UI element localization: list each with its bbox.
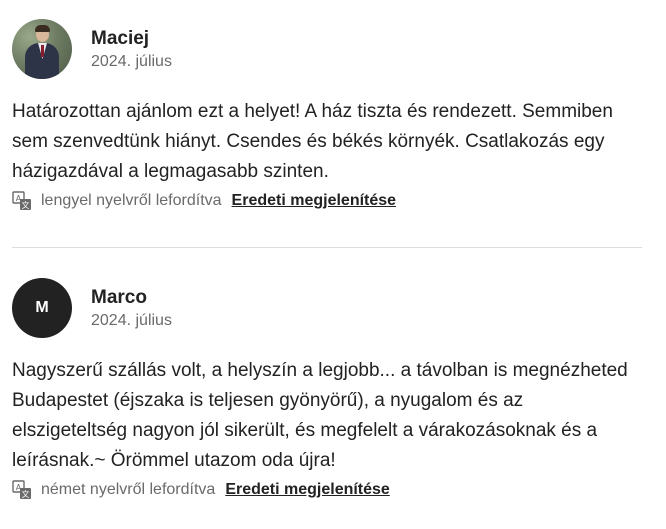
review-header: M Marco 2024. július xyxy=(12,277,642,339)
translate-icon: A 文 xyxy=(12,191,31,210)
reviewer-meta: Maciej 2024. július xyxy=(91,27,172,72)
translation-info: A 文 német nyelvről lefordítva Eredeti me… xyxy=(12,479,642,501)
translate-icon: A 文 xyxy=(12,480,31,499)
avatar[interactable]: M xyxy=(12,278,72,338)
translated-from-label: lengyel nyelvről lefordítva xyxy=(41,192,222,209)
translated-from-label: német nyelvről lefordítva xyxy=(41,481,216,498)
review-date: 2024. július xyxy=(91,311,172,329)
svg-text:文: 文 xyxy=(22,200,30,210)
reviewer-name[interactable]: Marco xyxy=(91,286,172,310)
translation-info: A 文 lengyel nyelvről lefordítva Eredeti … xyxy=(12,190,642,212)
avatar[interactable] xyxy=(12,19,72,79)
review-date: 2024. július xyxy=(91,52,172,70)
review-text: Határozottan ajánlom ezt a helyet! A ház… xyxy=(12,101,613,182)
review-item: Maciej 2024. július Határozottan ajánlom… xyxy=(12,18,642,212)
reviewer-meta: Marco 2024. július xyxy=(91,286,172,331)
review-item: M Marco 2024. július Nagyszerű szállás v… xyxy=(12,277,642,501)
review-text: Nagyszerű szállás volt, a helyszín a leg… xyxy=(12,360,628,471)
show-original-link[interactable]: Eredeti megjelenítése xyxy=(232,190,397,212)
avatar-initial: M xyxy=(35,299,49,316)
svg-text:文: 文 xyxy=(22,489,30,499)
review-header: Maciej 2024. július xyxy=(12,18,642,80)
show-original-link[interactable]: Eredeti megjelenítése xyxy=(225,479,390,501)
review-divider xyxy=(12,247,642,248)
reviewer-name[interactable]: Maciej xyxy=(91,27,172,51)
